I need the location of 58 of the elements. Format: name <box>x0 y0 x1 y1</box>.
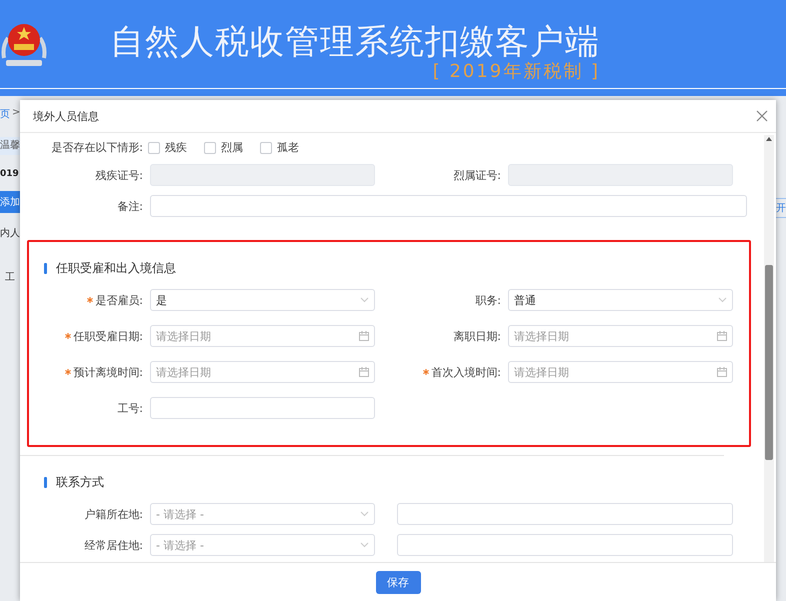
field-label: 户籍所在地: <box>84 506 143 522</box>
scrollbar[interactable] <box>764 135 774 562</box>
input-field[interactable] <box>150 397 375 419</box>
checkbox-label: 孤老 <box>277 140 299 155</box>
input-field[interactable] <box>397 534 733 556</box>
app-subtitle: [ 2019年新税制 ] <box>432 62 600 82</box>
checkbox[interactable] <box>260 142 272 154</box>
calendar-icon <box>359 331 369 341</box>
chevron-icon <box>360 511 369 517</box>
field-label: 职务: <box>475 292 501 308</box>
field-label: 离职日期: <box>453 328 501 344</box>
field-label: 工号: <box>117 400 143 416</box>
field-label: 备注: <box>117 198 143 214</box>
input-field[interactable] <box>150 195 747 217</box>
date-field[interactable]: 请选择日期 <box>508 325 733 347</box>
section-heading: 任职受雇和出入境信息 <box>56 260 176 277</box>
field-label: 经常居住地: <box>84 538 143 552</box>
field-label: 预计离境时间: <box>73 364 143 380</box>
calendar-icon <box>359 367 369 377</box>
breadcrumb-separator: > <box>12 107 20 120</box>
scroll-thumb[interactable] <box>765 265 773 460</box>
checkbox-label: 残疾 <box>165 140 187 155</box>
chevron-icon <box>360 542 369 548</box>
chevron-icon <box>360 297 369 303</box>
input-field[interactable] <box>397 503 733 525</box>
close-icon[interactable] <box>756 110 768 122</box>
checkbox[interactable] <box>204 142 216 154</box>
section-marker <box>44 477 47 488</box>
column-header: 工 <box>4 271 16 285</box>
field-label: 任职受雇日期: <box>73 328 143 344</box>
date-field[interactable]: 请选择日期 <box>508 361 733 383</box>
select-field[interactable]: - 请选择 - <box>150 534 375 556</box>
checkbox-label: 烈属 <box>221 140 243 155</box>
field-label: 是否雇员: <box>95 292 143 308</box>
select-field[interactable]: 普通 <box>508 289 733 311</box>
select-field[interactable]: - 请选择 - <box>150 503 375 525</box>
list-tab[interactable]: 内人 <box>0 227 20 241</box>
calendar-icon <box>717 331 727 341</box>
checkbox[interactable] <box>148 142 160 154</box>
breadcrumb-link[interactable]: 页 <box>0 107 10 121</box>
date-field[interactable]: 请选择日期 <box>150 361 375 383</box>
date-field[interactable]: 请选择日期 <box>150 325 375 347</box>
scroll-up-icon[interactable] <box>765 135 773 143</box>
field-label: 残疾证号: <box>95 168 143 182</box>
field-label: 烈属证号: <box>453 168 501 182</box>
calendar-icon <box>717 367 727 377</box>
select-field[interactable]: 是 <box>150 289 375 311</box>
chevron-icon <box>718 297 727 303</box>
add-button[interactable]: 添加 <box>0 191 20 213</box>
save-button[interactable]: 保存 <box>376 570 420 594</box>
section-heading: 联系方式 <box>56 474 104 491</box>
field-label: 是否存在以下情形: <box>51 140 143 155</box>
section-marker <box>44 263 47 274</box>
app-title: 自然人税收管理系统扣缴客户端 <box>110 22 600 62</box>
year-heading: 019 <box>0 169 20 179</box>
field-label: 首次入境时间: <box>431 364 501 380</box>
dialog-title: 境外人员信息 <box>33 108 99 124</box>
notice-tab[interactable]: 温馨 <box>0 137 20 155</box>
